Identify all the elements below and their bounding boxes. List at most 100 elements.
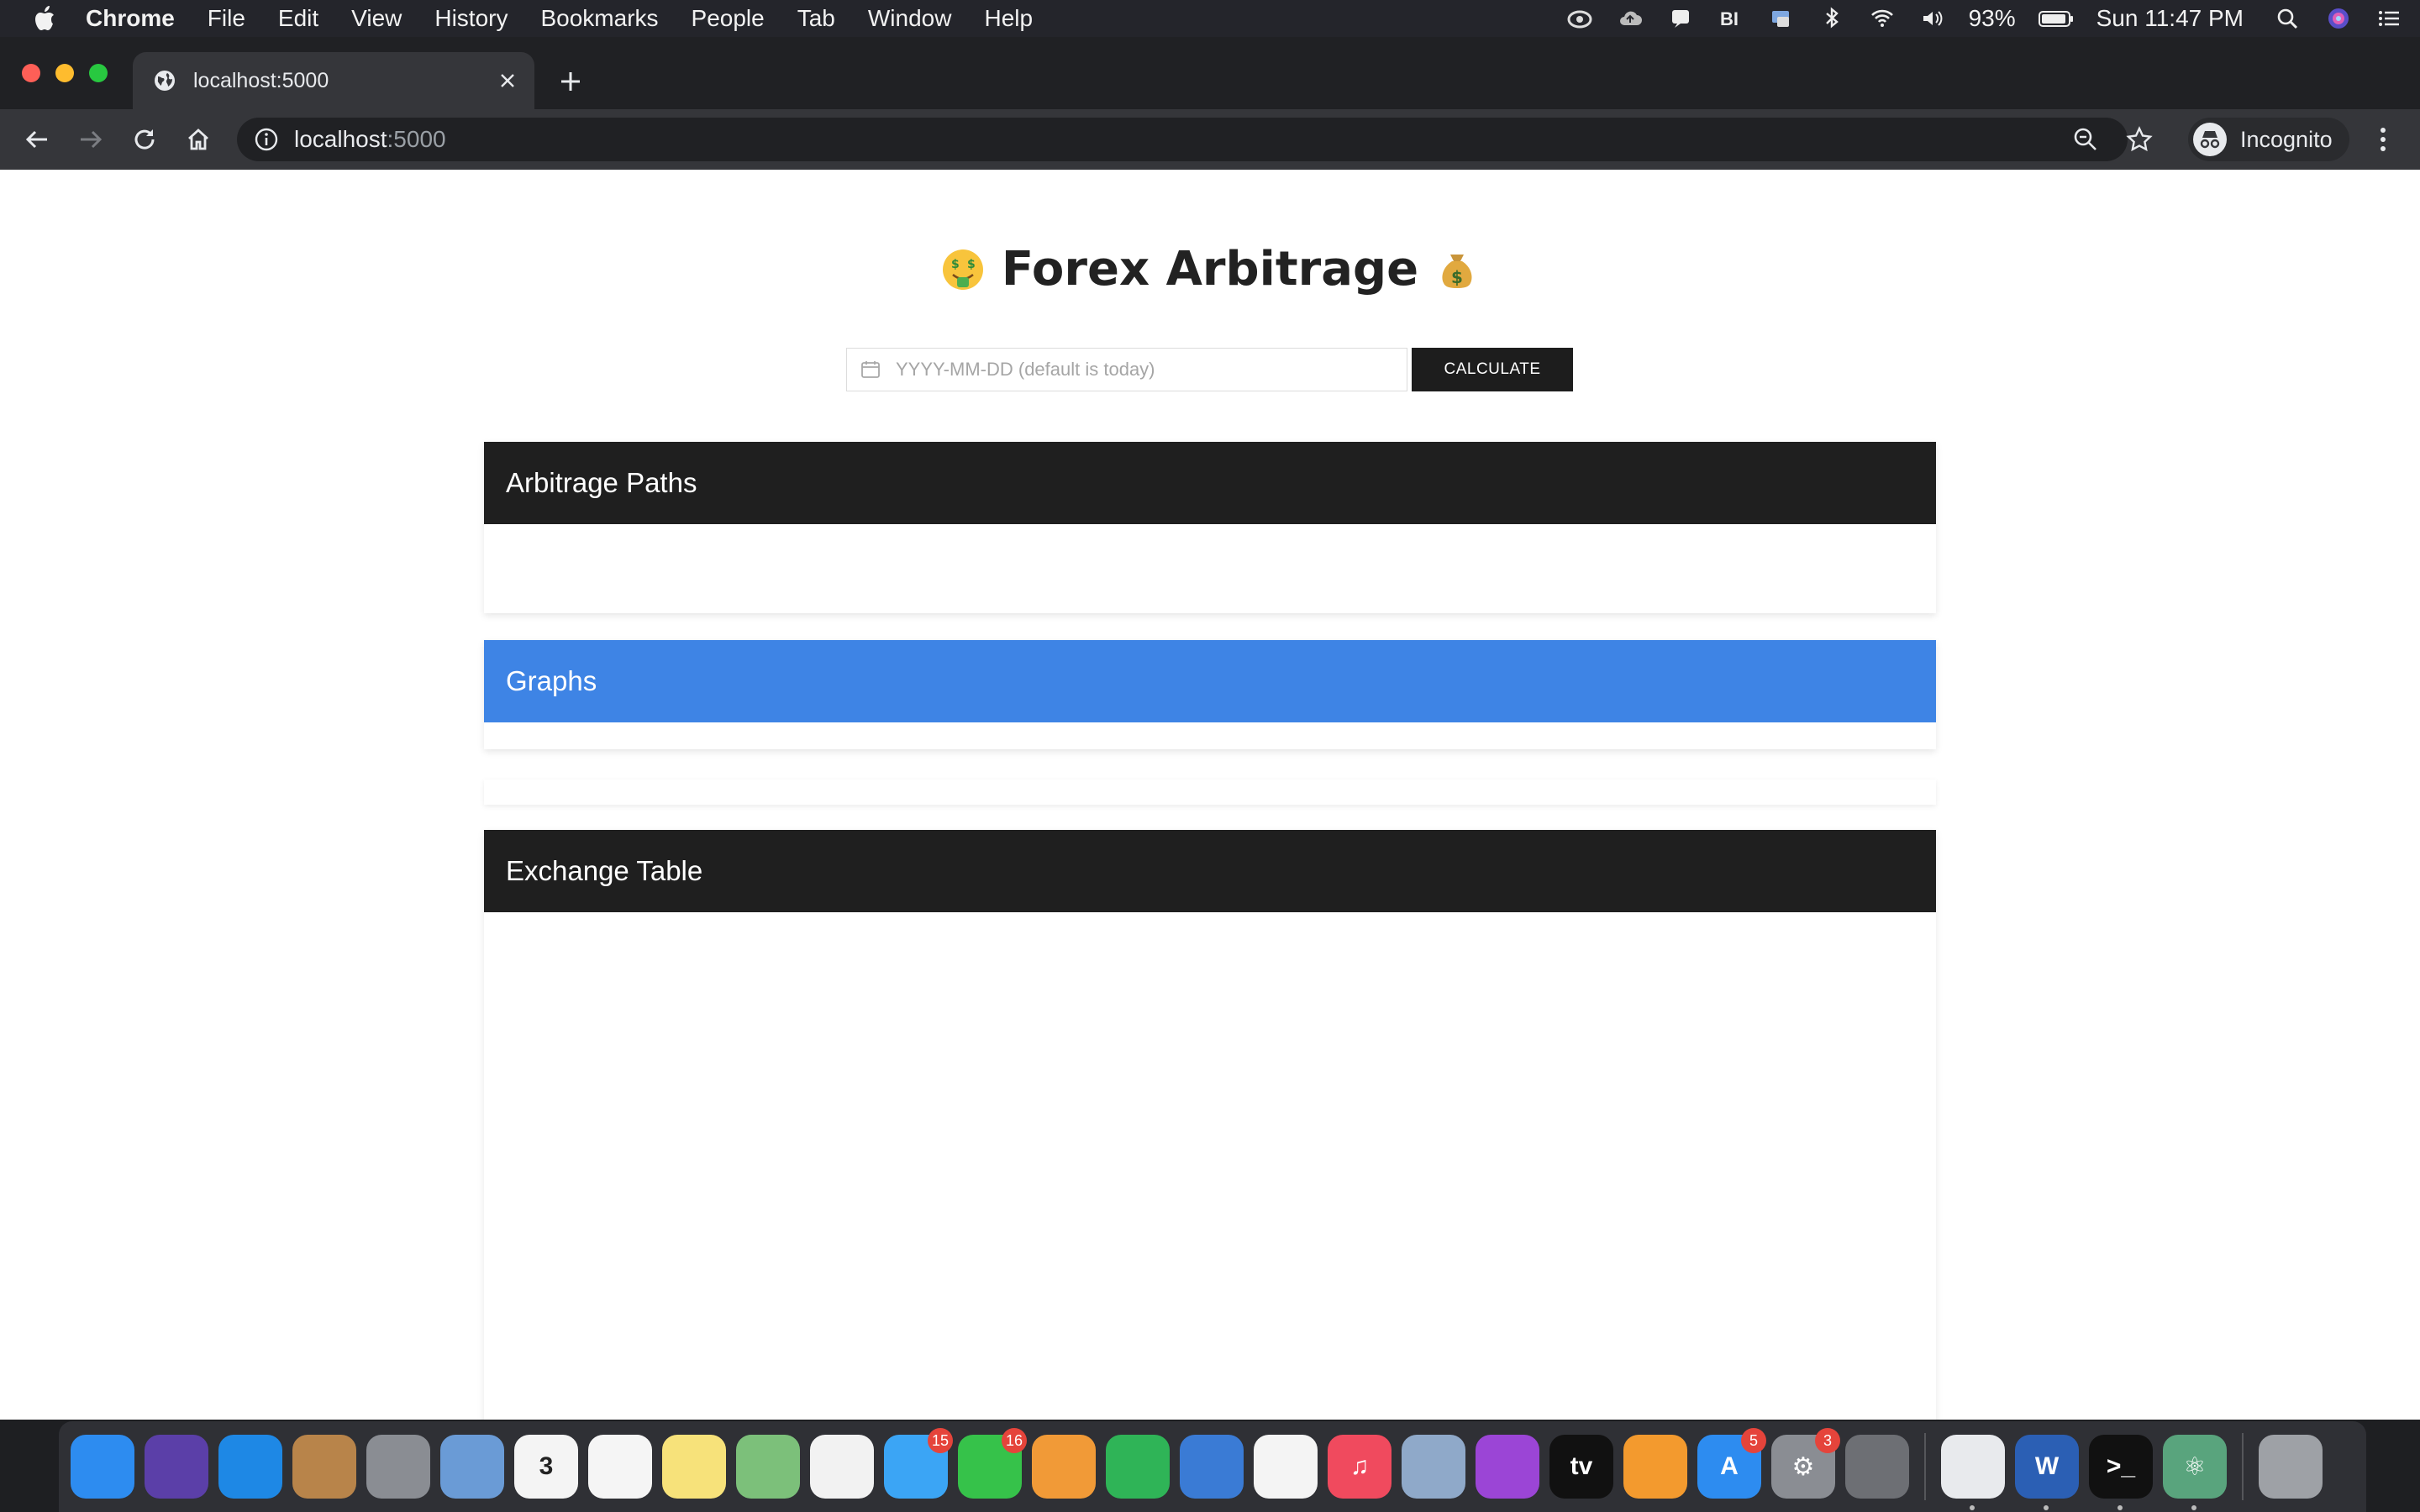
menu-bookmarks[interactable]: Bookmarks [540, 5, 658, 32]
reminders-icon[interactable] [588, 1435, 652, 1499]
notification-badge: 16 [1002, 1428, 1027, 1453]
address-bar[interactable]: localhost:5000 [237, 118, 2128, 161]
graphs-content-strip [484, 780, 1936, 805]
battery-percent: 93% [1968, 5, 2016, 31]
graphs-header[interactable]: Graphs [484, 640, 1936, 722]
calendar-icon[interactable]: 3 [514, 1435, 578, 1499]
notes-icon[interactable] [662, 1435, 726, 1499]
wifi-icon[interactable] [1868, 6, 1897, 31]
app-store-icon[interactable]: A5 [1697, 1428, 1766, 1499]
tv-icon[interactable]: tv [1549, 1435, 1613, 1499]
word-icon[interactable]: W [2015, 1435, 2079, 1510]
bi-icon[interactable]: BI [1717, 6, 1745, 31]
bookmark-star-icon[interactable] [2124, 124, 2154, 155]
notification-badge: 3 [1815, 1428, 1840, 1453]
money-bag-icon: $ [1442, 254, 1472, 288]
graphs-card: Graphs [484, 640, 1936, 749]
atom-glyph: ⚛ [2183, 1452, 2207, 1481]
chrome-icon[interactable] [1941, 1435, 2005, 1510]
facetime-icon[interactable]: 16 [958, 1428, 1027, 1499]
close-tab-icon[interactable] [496, 69, 519, 92]
finder-icon[interactable] [71, 1435, 134, 1499]
dock: 3 15 16 ♫ tv A 5 ⚙ 3 W >_ ⚛ [59, 1421, 2366, 1512]
terminal-icon[interactable]: >_ [2089, 1435, 2153, 1510]
preview-icon[interactable] [1402, 1435, 1465, 1499]
incognito-profile-button[interactable]: Incognito [2188, 118, 2349, 161]
notification-center-icon[interactable] [2375, 6, 2403, 31]
menu-edit[interactable]: Edit [278, 5, 318, 32]
menu-people[interactable]: People [692, 5, 765, 32]
date-input-field[interactable] [846, 348, 1407, 391]
running-indicator [1970, 1505, 1975, 1510]
minimize-window-button[interactable] [55, 64, 74, 82]
apple-logo-icon[interactable] [32, 4, 57, 33]
messages-icon[interactable]: 15 [884, 1428, 953, 1499]
cloud-upload-icon[interactable] [1616, 6, 1644, 31]
page-viewport: $ $ Forex Arbitrage $ CALCULATE Arbitrag… [0, 170, 2420, 1420]
calendar-glyph: 3 [539, 1452, 554, 1480]
photos-icon[interactable] [810, 1435, 874, 1499]
screenshot-icon[interactable] [1845, 1435, 1909, 1499]
menu-clock[interactable]: Sun 11:47 PM [2096, 5, 2244, 32]
word-glyph: W [2034, 1452, 2060, 1480]
launchpad-icon[interactable] [366, 1435, 430, 1499]
menu-app-name[interactable]: Chrome [86, 5, 175, 32]
bluetooth-icon[interactable] [1818, 6, 1846, 31]
system-preferences-icon[interactable]: ⚙ 3 [1771, 1428, 1840, 1499]
menu-window[interactable]: Window [868, 5, 952, 32]
contacts-icon[interactable] [292, 1435, 356, 1499]
url-host: localhost [294, 126, 387, 152]
forward-arrow-icon[interactable] [76, 124, 106, 155]
menu-history[interactable]: History [434, 5, 508, 32]
graphs-title: Graphs [506, 665, 597, 696]
date-input[interactable] [894, 358, 1407, 381]
notification-icon[interactable] [1666, 6, 1695, 31]
books-icon[interactable] [1623, 1435, 1687, 1499]
exchange-table-header[interactable]: Exchange Table [484, 830, 1936, 912]
zoom-magnifier-icon[interactable] [2070, 124, 2101, 155]
atom-icon[interactable]: ⚛ [2163, 1435, 2227, 1510]
zoom-window-button[interactable] [89, 64, 108, 82]
calculate-button[interactable]: CALCULATE [1412, 348, 1573, 391]
close-window-button[interactable] [22, 64, 40, 82]
spotlight-search-icon[interactable] [2274, 6, 2302, 31]
remote-desktop-icon[interactable] [1767, 6, 1796, 31]
site-info-icon[interactable] [254, 127, 279, 152]
svg-text:$: $ [951, 258, 960, 271]
home-icon[interactable] [183, 124, 213, 155]
menu-file[interactable]: File [208, 5, 245, 32]
trash-icon[interactable] [2259, 1435, 2323, 1499]
url-port: :5000 [387, 126, 446, 152]
incognito-label: Incognito [2240, 126, 2333, 152]
safari-icon[interactable] [218, 1435, 282, 1499]
arbitrage-paths-card: Arbitrage Paths [484, 442, 1936, 613]
menu-help[interactable]: Help [984, 5, 1033, 32]
keynote-icon[interactable] [1180, 1435, 1244, 1499]
back-arrow-icon[interactable] [22, 124, 52, 155]
exchange-table-card: Exchange Table [484, 830, 1936, 1420]
menu-view[interactable]: View [351, 5, 402, 32]
music-icon[interactable]: ♫ [1328, 1435, 1392, 1499]
maps-icon[interactable] [736, 1435, 800, 1499]
siri-menu-icon[interactable] [2324, 6, 2353, 31]
reload-icon[interactable] [129, 124, 160, 155]
numbers-icon[interactable] [1106, 1435, 1170, 1499]
more-options-icon[interactable] [2368, 124, 2398, 155]
siri-icon[interactable] [145, 1435, 208, 1499]
pages-icon[interactable] [1032, 1435, 1096, 1499]
running-indicator [2044, 1505, 2049, 1510]
mail-icon[interactable] [440, 1435, 504, 1499]
battery-icon[interactable] [2038, 6, 2075, 31]
volume-icon[interactable] [1918, 6, 1947, 31]
app-store-glyph: A [1720, 1452, 1739, 1480]
globe-icon [155, 71, 175, 91]
arbitrage-paths-header[interactable]: Arbitrage Paths [484, 442, 1936, 524]
new-tab-plus-icon[interactable] [556, 67, 585, 96]
page-title: Forex Arbitrage [1001, 242, 1419, 297]
tab-localhost[interactable]: localhost:5000 [133, 52, 534, 109]
menu-tab[interactable]: Tab [797, 5, 835, 32]
svg-text:BI: BI [1720, 8, 1739, 29]
creative-cloud-icon[interactable] [1565, 6, 1594, 31]
news-icon[interactable] [1254, 1435, 1318, 1499]
podcasts-icon[interactable] [1476, 1435, 1539, 1499]
